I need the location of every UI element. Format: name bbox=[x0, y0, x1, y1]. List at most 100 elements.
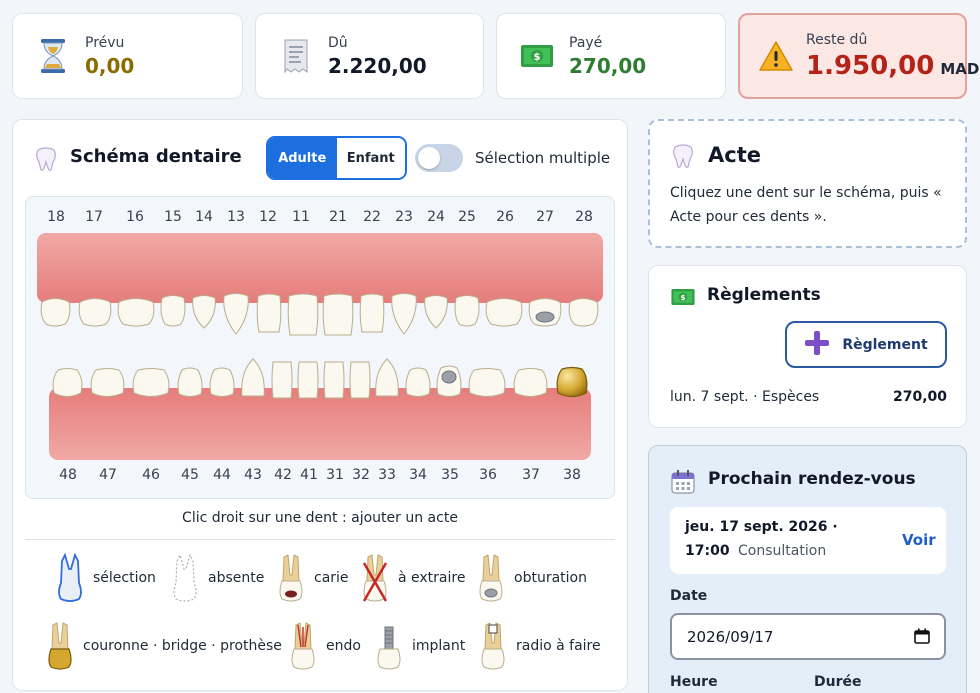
tooth-number-42: 42 bbox=[274, 467, 292, 483]
schema-title: Schéma dentaire bbox=[70, 146, 242, 167]
tooth-filling-icon bbox=[479, 554, 503, 602]
tooth-number-48: 48 bbox=[59, 467, 77, 483]
tooth-16[interactable] bbox=[116, 296, 156, 332]
tooth-38[interactable] bbox=[555, 366, 589, 404]
tooth-37[interactable] bbox=[512, 367, 549, 403]
tooth-25[interactable] bbox=[453, 294, 481, 332]
legend-extraire-label: à extraire bbox=[398, 570, 466, 586]
paye-value: 270,00 bbox=[569, 53, 647, 78]
tooth-number-32: 32 bbox=[352, 467, 370, 483]
calendar-picker-icon[interactable] bbox=[914, 628, 930, 648]
rdv-title: Prochain rendez-vous bbox=[708, 469, 916, 489]
tooth-23[interactable] bbox=[389, 292, 419, 340]
rdv-time: 17:00 bbox=[685, 543, 730, 559]
rdv-date-line: jeu. 17 sept. 2026 · bbox=[685, 519, 838, 535]
tooth-22[interactable] bbox=[358, 292, 386, 340]
tooth-21[interactable] bbox=[321, 292, 355, 342]
tooth-45[interactable] bbox=[176, 366, 204, 403]
multi-select-toggle[interactable] bbox=[415, 144, 463, 172]
receipt-icon bbox=[278, 38, 314, 74]
tooth-number-45: 45 bbox=[181, 467, 199, 483]
du-label: Dû bbox=[328, 34, 348, 51]
tooth-number-31: 31 bbox=[326, 467, 344, 483]
paye-label: Payé bbox=[569, 34, 603, 51]
prevu-label: Prévu bbox=[85, 34, 125, 51]
summary-card-prevu: Prévu 0,00 bbox=[12, 13, 243, 99]
add-reglement-button[interactable]: Règlement bbox=[785, 321, 947, 368]
prevu-value: 0,00 bbox=[85, 53, 135, 78]
tooth-number-33: 33 bbox=[378, 467, 396, 483]
toggle-knob bbox=[418, 147, 440, 169]
date-input[interactable]: 2026/09/17 bbox=[670, 613, 946, 660]
tooth-number-37: 37 bbox=[522, 467, 540, 483]
tooth-31[interactable] bbox=[322, 360, 346, 404]
tooth-27[interactable] bbox=[527, 296, 563, 332]
tooth-18[interactable] bbox=[39, 296, 72, 332]
tooth-24[interactable] bbox=[422, 294, 450, 334]
legend-couronne: couronne · bridge · prothèse bbox=[47, 621, 282, 671]
money-icon: $ bbox=[670, 286, 696, 312]
currency-label: MAD bbox=[940, 59, 980, 78]
reglement-amount: 270,00 bbox=[892, 389, 947, 405]
tooth-36[interactable] bbox=[467, 367, 507, 403]
tooth-33[interactable] bbox=[373, 358, 401, 404]
add-reglement-label: Règlement bbox=[842, 336, 928, 353]
legend-implant-label: implant bbox=[412, 638, 466, 654]
legend-obturation-label: obturation bbox=[514, 570, 587, 586]
acte-title: Acte bbox=[708, 143, 761, 167]
legend-couronne-label: couronne · bridge · prothèse bbox=[83, 638, 282, 654]
tooth-number-35: 35 bbox=[441, 467, 459, 483]
tooth-47[interactable] bbox=[89, 367, 126, 403]
tooth-number-34: 34 bbox=[409, 467, 427, 483]
tooth-number-47: 47 bbox=[99, 467, 117, 483]
tooth-48[interactable] bbox=[51, 367, 84, 403]
tooth-42[interactable] bbox=[270, 360, 294, 404]
tooth-11[interactable] bbox=[286, 292, 320, 342]
heure-label: Heure bbox=[670, 674, 718, 690]
plus-icon bbox=[804, 330, 830, 360]
legend-endo-label: endo bbox=[326, 638, 361, 654]
warning-icon bbox=[758, 38, 794, 74]
mode-child-button[interactable]: Enfant bbox=[336, 138, 405, 178]
tooth-26[interactable] bbox=[484, 296, 524, 332]
tooth-implant-icon bbox=[377, 626, 401, 670]
legend-radio-label: radio à faire bbox=[516, 638, 601, 654]
mode-adult-button[interactable]: Adulte bbox=[268, 138, 337, 178]
svg-text:$: $ bbox=[680, 293, 685, 302]
tooth-caries-icon bbox=[279, 554, 303, 602]
duree-label: Durée bbox=[814, 674, 862, 690]
tooth-15[interactable] bbox=[159, 294, 187, 332]
tooth-number-44: 44 bbox=[213, 467, 231, 483]
tooth-crown-icon bbox=[48, 622, 72, 670]
svg-text:$: $ bbox=[534, 52, 541, 63]
summary-card-du: Dû 2.220,00 bbox=[255, 13, 484, 99]
legend-selection-label: sélection bbox=[93, 570, 156, 586]
reste-label: Reste dû bbox=[806, 31, 868, 48]
tooth-absent-icon bbox=[173, 553, 197, 602]
tooth-43[interactable] bbox=[239, 358, 267, 404]
dental-arches bbox=[37, 233, 603, 460]
tooth-32[interactable] bbox=[348, 360, 372, 404]
tooth-17[interactable] bbox=[77, 296, 113, 332]
tooth-46[interactable] bbox=[131, 367, 171, 403]
tooth-34[interactable] bbox=[404, 366, 432, 403]
tooth-28[interactable] bbox=[567, 296, 600, 332]
date-label: Date bbox=[670, 588, 708, 604]
tooth-number-46: 46 bbox=[142, 467, 160, 483]
tooth-41[interactable] bbox=[296, 360, 320, 404]
acte-instructions: Cliquez une dent sur le schéma, puis « A… bbox=[670, 185, 942, 225]
tooth-35[interactable] bbox=[435, 364, 463, 403]
reste-value: 1.950,00 bbox=[806, 50, 935, 81]
tooth-13[interactable] bbox=[221, 292, 251, 340]
tooth-14[interactable] bbox=[190, 294, 218, 334]
rdv-view-link[interactable]: Voir bbox=[902, 531, 936, 549]
tooth-12[interactable] bbox=[255, 292, 283, 340]
reglement-date-method: lun. 7 sept. · Espèces bbox=[670, 389, 820, 405]
legend-implant: implant bbox=[376, 621, 465, 671]
legend-carie-label: carie bbox=[314, 570, 349, 586]
legend-divider bbox=[25, 539, 615, 540]
legend-absente: absente bbox=[172, 553, 264, 603]
tooth-title-icon bbox=[33, 146, 59, 176]
tooth-44[interactable] bbox=[208, 366, 236, 403]
du-value: 2.220,00 bbox=[328, 53, 427, 78]
